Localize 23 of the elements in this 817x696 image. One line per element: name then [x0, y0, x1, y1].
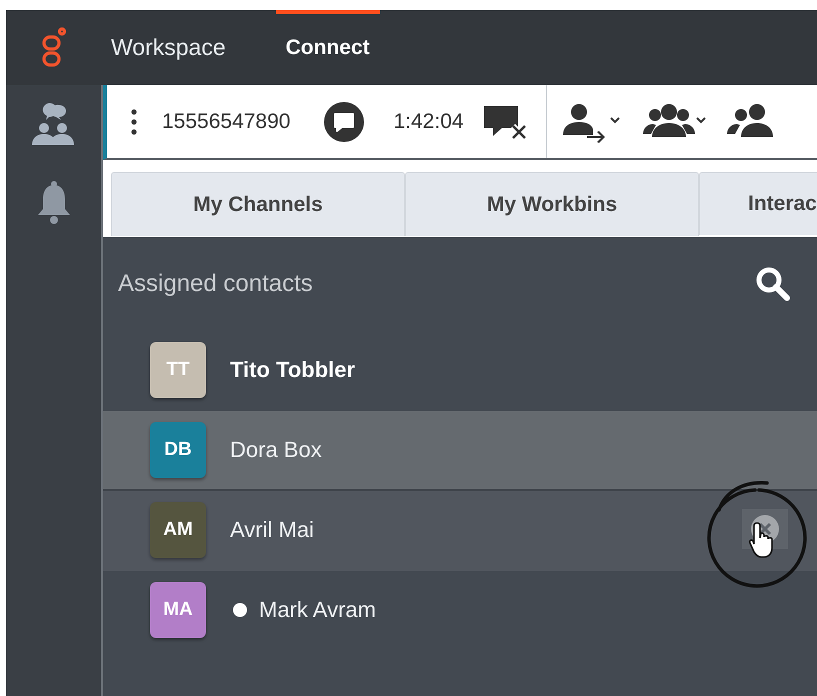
avatar-initials: AM	[150, 502, 206, 558]
avatar-initials: TT	[150, 342, 206, 398]
contact-row[interactable]: DB Dora Box	[103, 411, 817, 491]
contact-name: Dora Box	[230, 437, 322, 463]
tab[interactable]: Interac	[699, 172, 817, 235]
logo-icon	[40, 26, 66, 68]
phone-number: 15556547890	[162, 110, 290, 134]
tab[interactable]: My Workbins	[405, 172, 699, 236]
more-menu-icon[interactable]	[131, 108, 137, 134]
avatar-initials: DB	[150, 422, 206, 478]
contact-name: Tito Tobbler	[230, 357, 356, 383]
contact-name: Avril Mai	[230, 517, 314, 543]
call-timer: 1:42:04	[393, 110, 464, 134]
contact-row[interactable]: MA Mark Avram	[103, 571, 817, 651]
search-icon[interactable]	[755, 266, 791, 302]
section-title: Assigned contacts	[118, 270, 313, 298]
contact-row[interactable]: AM Avril Mai	[103, 491, 817, 571]
tab[interactable]: My Channels	[111, 172, 405, 236]
chat-icon	[323, 100, 366, 142]
nav-tab[interactable]: Workspace	[101, 10, 236, 85]
avatar-initials: MA	[150, 582, 206, 638]
contact-row[interactable]: TT Tito Tobbler	[103, 331, 817, 411]
contact-name: Mark Avram	[259, 597, 376, 623]
